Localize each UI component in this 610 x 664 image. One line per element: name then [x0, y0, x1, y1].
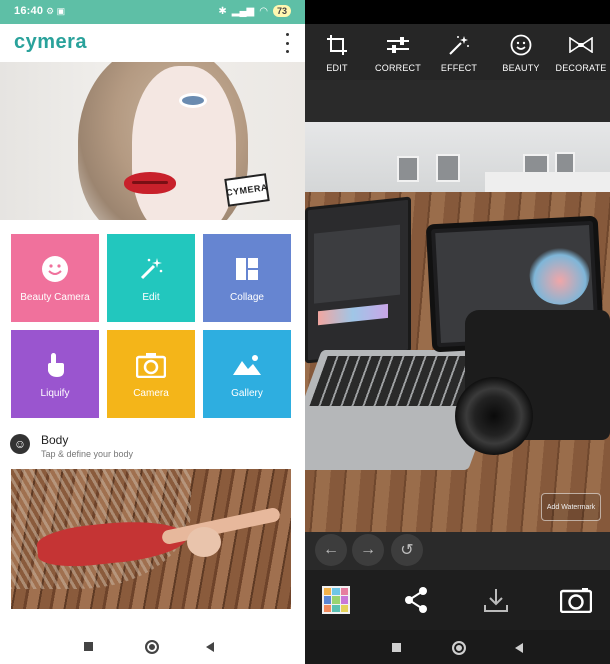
smile-icon: [499, 34, 543, 56]
tile-label: Gallery: [231, 388, 263, 399]
tool-label: EDIT: [326, 63, 348, 73]
tile-label: Beauty Camera: [20, 292, 90, 303]
home-icon[interactable]: [145, 640, 159, 654]
download-icon[interactable]: [483, 587, 509, 613]
undo-arrow-icon[interactable]: ←: [315, 534, 347, 566]
status-time: 16:40: [14, 5, 44, 17]
hero-eye: [182, 96, 204, 105]
redo-arrow-icon[interactable]: →: [352, 534, 384, 566]
status-bar: 16:40 ⚙ ▣ ✱ ▂▄▆ ◠ 73: [0, 0, 305, 24]
recents-icon[interactable]: [84, 642, 93, 651]
tile-gallery[interactable]: Gallery: [203, 330, 291, 418]
smile-icon: [11, 254, 99, 284]
photo-head: [187, 527, 221, 557]
body-subtitle: Tap & define your body: [41, 449, 134, 459]
tool-label: CORRECT: [375, 63, 421, 73]
editor-toolbar: EDIT CORRECT EFFECT BEAUTY DECORATE: [305, 24, 610, 80]
tool-correct[interactable]: CORRECT: [373, 24, 423, 80]
system-icons: ✱ ▂▄▆ ◠ 73: [218, 5, 291, 17]
tool-edit[interactable]: EDIT: [317, 24, 357, 80]
crop-icon: [317, 34, 357, 56]
tile-label: Camera: [133, 388, 169, 399]
photo-camera-lens: [455, 377, 533, 455]
finger-touch-icon: [11, 350, 99, 380]
hero-banner[interactable]: CYMERA: [0, 62, 305, 220]
bluetooth-icon: ✱: [218, 5, 227, 17]
camera-icon: [107, 350, 195, 380]
photo-canvas[interactable]: Add Watermark: [305, 122, 610, 532]
photo-cabinet: [485, 172, 610, 194]
tile-beauty-camera[interactable]: Beauty Camera: [11, 234, 99, 322]
hero-lips: [124, 172, 176, 194]
hero-face: [132, 66, 236, 220]
tile-collage[interactable]: Collage: [203, 234, 291, 322]
tile-label: Liquify: [40, 388, 70, 399]
hero-brand-tag: CYMERA: [224, 173, 270, 207]
body-title: Body: [41, 433, 69, 447]
share-icon[interactable]: [403, 586, 429, 614]
tile-edit[interactable]: Edit: [107, 234, 195, 322]
add-watermark-button[interactable]: Add Watermark: [541, 493, 601, 521]
tile-label: Collage: [230, 292, 264, 303]
editor-top-spacer: [305, 80, 610, 122]
battery-indicator: 73: [272, 5, 291, 17]
status-bar: [305, 0, 610, 24]
laptop-dock: [318, 303, 388, 326]
photo-frame: [397, 156, 419, 182]
cymera-home-screen: 16:40 ⚙ ▣ ✱ ▂▄▆ ◠ 73 cymera CYMERA Beaut…: [0, 0, 305, 664]
notification-icons: ⚙ ▣: [46, 6, 66, 16]
app-logo: cymera: [14, 31, 88, 53]
tool-beauty[interactable]: BEAUTY: [499, 24, 543, 80]
back-icon[interactable]: [206, 642, 214, 652]
body-feature-row[interactable]: ☺ Body Tap & define your body: [10, 432, 300, 462]
tool-label: DECORATE: [555, 63, 607, 73]
gallery-thumbnail-icon[interactable]: [322, 586, 350, 614]
history-reset-icon[interactable]: ↺: [391, 534, 423, 566]
laptop-keys: [309, 356, 478, 406]
recents-icon[interactable]: [392, 643, 401, 652]
tool-effect[interactable]: EFFECT: [437, 24, 481, 80]
tile-camera[interactable]: Camera: [107, 330, 195, 418]
laptop-ui: [314, 224, 400, 304]
magic-wand-icon: [107, 254, 195, 284]
wifi-icon: ◠: [259, 5, 268, 17]
more-options-icon[interactable]: [283, 33, 291, 53]
body-preview-photo[interactable]: [11, 469, 291, 609]
app-bar: cymera: [0, 24, 305, 62]
tile-label: Edit: [142, 292, 160, 303]
tool-label: BEAUTY: [502, 63, 540, 73]
collage-grid-icon: [203, 254, 291, 284]
smile-icon: ☺: [10, 434, 30, 454]
history-bar: [305, 532, 610, 570]
sliders-icon: [373, 34, 423, 56]
sparkle-icon: [437, 34, 481, 56]
back-icon[interactable]: [515, 643, 523, 653]
tool-label: EFFECT: [440, 63, 478, 73]
tile-liquify[interactable]: Liquify: [11, 330, 99, 418]
home-icon[interactable]: [452, 641, 466, 655]
camera-icon[interactable]: [559, 587, 593, 614]
signal-icon: ▂▄▆: [231, 5, 255, 17]
gallery-image-icon: [203, 350, 291, 380]
bow-tie-icon: [555, 34, 607, 56]
photo-frame: [436, 154, 460, 182]
cymera-editor-screen: EDIT CORRECT EFFECT BEAUTY DECORATE Add …: [305, 0, 610, 664]
photo-laptop-screen: [305, 196, 411, 364]
tool-decorate[interactable]: DECORATE: [555, 24, 607, 80]
